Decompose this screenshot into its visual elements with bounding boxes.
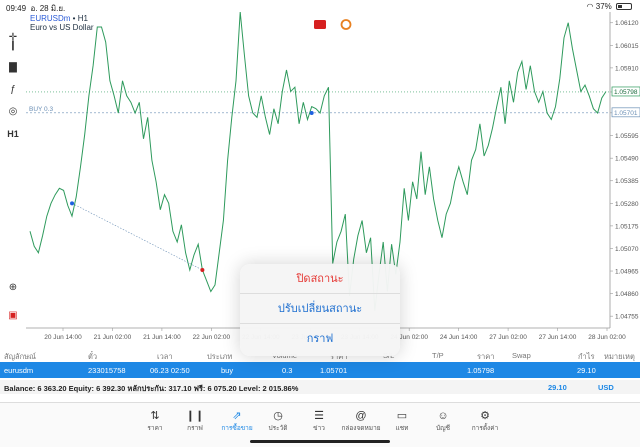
col-tp: T/P (432, 351, 444, 360)
status-time: 09:49 (6, 4, 27, 13)
chat-icon: ▭ (396, 410, 408, 422)
shapes-icon[interactable]: ◎ (3, 104, 23, 120)
row-volume: 0.3 (282, 366, 293, 375)
balance-text: Balance: 6 363.20 Equity: 6 392.30 หลักป… (4, 384, 299, 393)
trade-close-marker (200, 267, 205, 272)
chart-icon: ❙❙ (185, 410, 205, 422)
tab-chart[interactable]: ❙❙ กราฟ (175, 409, 215, 433)
indicator-icon[interactable]: ƒ (3, 82, 23, 98)
price-tick-label: 1.04965 (615, 269, 639, 276)
balance-bar: Balance: 6 363.20 Equity: 6 392.30 หลักป… (0, 380, 640, 394)
row-current-price: 1.05798 (467, 366, 495, 375)
tab-label: ประวัติ (268, 425, 288, 432)
price-tick-label: 1.04755 (615, 314, 639, 321)
tab-quotes[interactable]: ⇅ ราคา (135, 409, 175, 433)
symbol-title: EURUSDm • H1 (30, 14, 88, 23)
wifi-icon: ◠ (586, 2, 594, 11)
price-tick-label: 1.05910 (615, 65, 639, 72)
symbol-description: Euro vs US Dollar (30, 23, 94, 32)
tab-label: กล่องจดหมาย (341, 425, 381, 432)
modify-position-option[interactable]: ปรับเปลี่ยนสถานะ (240, 294, 400, 324)
col-swap: Swap (512, 351, 531, 360)
row-open-price: 1.05701 (320, 366, 348, 375)
battery-icon (616, 3, 632, 10)
price-tick-label: 1.06015 (615, 43, 639, 50)
depth-of-market-icon (314, 20, 326, 29)
candles-icon[interactable]: ❙ (3, 38, 23, 54)
home-indicator (250, 440, 390, 443)
time-tick-label: 27 Jun 14:00 (539, 334, 577, 341)
one-click-trading-icon[interactable]: ▣ (3, 308, 23, 324)
time-tick-label: 28 Jun 02:00 (588, 334, 626, 341)
current-price-label: 1.05798 (614, 89, 638, 96)
time-tick-label: 22 Jun 02:00 (193, 334, 231, 341)
time-tick-label: 21 Jun 02:00 (94, 334, 132, 341)
tab-label: การตั้งค่า (471, 425, 499, 432)
zoom-icon[interactable]: ⊕ (3, 280, 23, 296)
price-tick-label: 1.05385 (615, 178, 639, 185)
tab-history[interactable]: ◷ ประวัติ (258, 409, 298, 433)
account-icon: ☺ (437, 410, 449, 422)
tab-label: บัญชี (435, 425, 451, 432)
bars-icon[interactable]: ▇ (3, 60, 23, 76)
tab-label: แชท (395, 425, 409, 432)
battery-level (618, 5, 623, 8)
row-ticket: 233015758 (88, 366, 126, 375)
price-tick-label: 1.06120 (615, 20, 639, 27)
tab-label: ข่าว (313, 425, 325, 432)
trade-open-marker (70, 201, 75, 206)
currency: USD (598, 383, 614, 392)
buy-position-marker (309, 111, 314, 116)
tab-trade[interactable]: ⇗ การซื้อขาย (217, 409, 257, 433)
tab-label: การซื้อขาย (221, 425, 253, 432)
price-tick-label: 1.05280 (615, 201, 639, 208)
settings-icon: ⚙ (480, 410, 490, 422)
chart-option[interactable]: กราฟ (240, 324, 400, 354)
news-icon: ☰ (314, 410, 324, 422)
tab-label: ราคา (147, 425, 163, 432)
row-time: 06.23 02:50 (150, 366, 190, 375)
price-tick-label: 1.04860 (615, 291, 639, 298)
order-price-label: 1.05701 (614, 110, 638, 117)
tab-settings[interactable]: ⚙ การตั้งค่า (465, 409, 505, 433)
tab-label: กราฟ (187, 425, 203, 432)
tab-chat[interactable]: ▭ แชท (382, 409, 422, 433)
price-tick-label: 1.05490 (615, 156, 639, 163)
price-tick-label: 1.05070 (615, 246, 639, 253)
mailbox-icon: @ (355, 410, 367, 422)
price-tick-label: 1.05175 (615, 223, 639, 230)
order-line-label: BUY 0.3 (29, 106, 53, 113)
time-tick-label: 21 Jun 14:00 (143, 334, 181, 341)
history-icon: ◷ (273, 410, 283, 422)
tab-news[interactable]: ☰ ข่าว (299, 409, 339, 433)
battery-percent: 37% (595, 2, 612, 11)
tab-account[interactable]: ☺ บัญชี (423, 409, 463, 433)
close-position-option[interactable]: ปิดสถานะ (240, 264, 400, 294)
signal-icon (340, 19, 352, 30)
total-profit: 29.10 (548, 383, 567, 392)
trade-icon: ⇗ (232, 410, 242, 422)
symbol-name: EURUSDm (30, 14, 71, 23)
row-symbol: eurusdm (4, 366, 34, 375)
tab-mailbox[interactable]: @ กล่องจดหมาย (341, 409, 381, 433)
time-tick-label: 24 Jun 14:00 (440, 334, 478, 341)
time-tick-label: 27 Jun 02:00 (489, 334, 527, 341)
price-tick-label: 1.05595 (615, 133, 639, 140)
position-context-menu: ปิดสถานะ ปรับเปลี่ยนสถานะ กราฟ (240, 264, 400, 356)
row-profit: 29.10 (577, 366, 596, 375)
row-type: buy (221, 366, 234, 375)
symbol-timeframe: H1 (77, 14, 88, 23)
quotes-icon: ⇅ (150, 410, 160, 422)
timeframe-button[interactable]: H1 (3, 126, 23, 142)
time-tick-label: 20 Jun 14:00 (44, 334, 82, 341)
table-row[interactable]: eurusdm 233015758 06.23 02:50 buy 0.3 1.… (0, 362, 640, 378)
